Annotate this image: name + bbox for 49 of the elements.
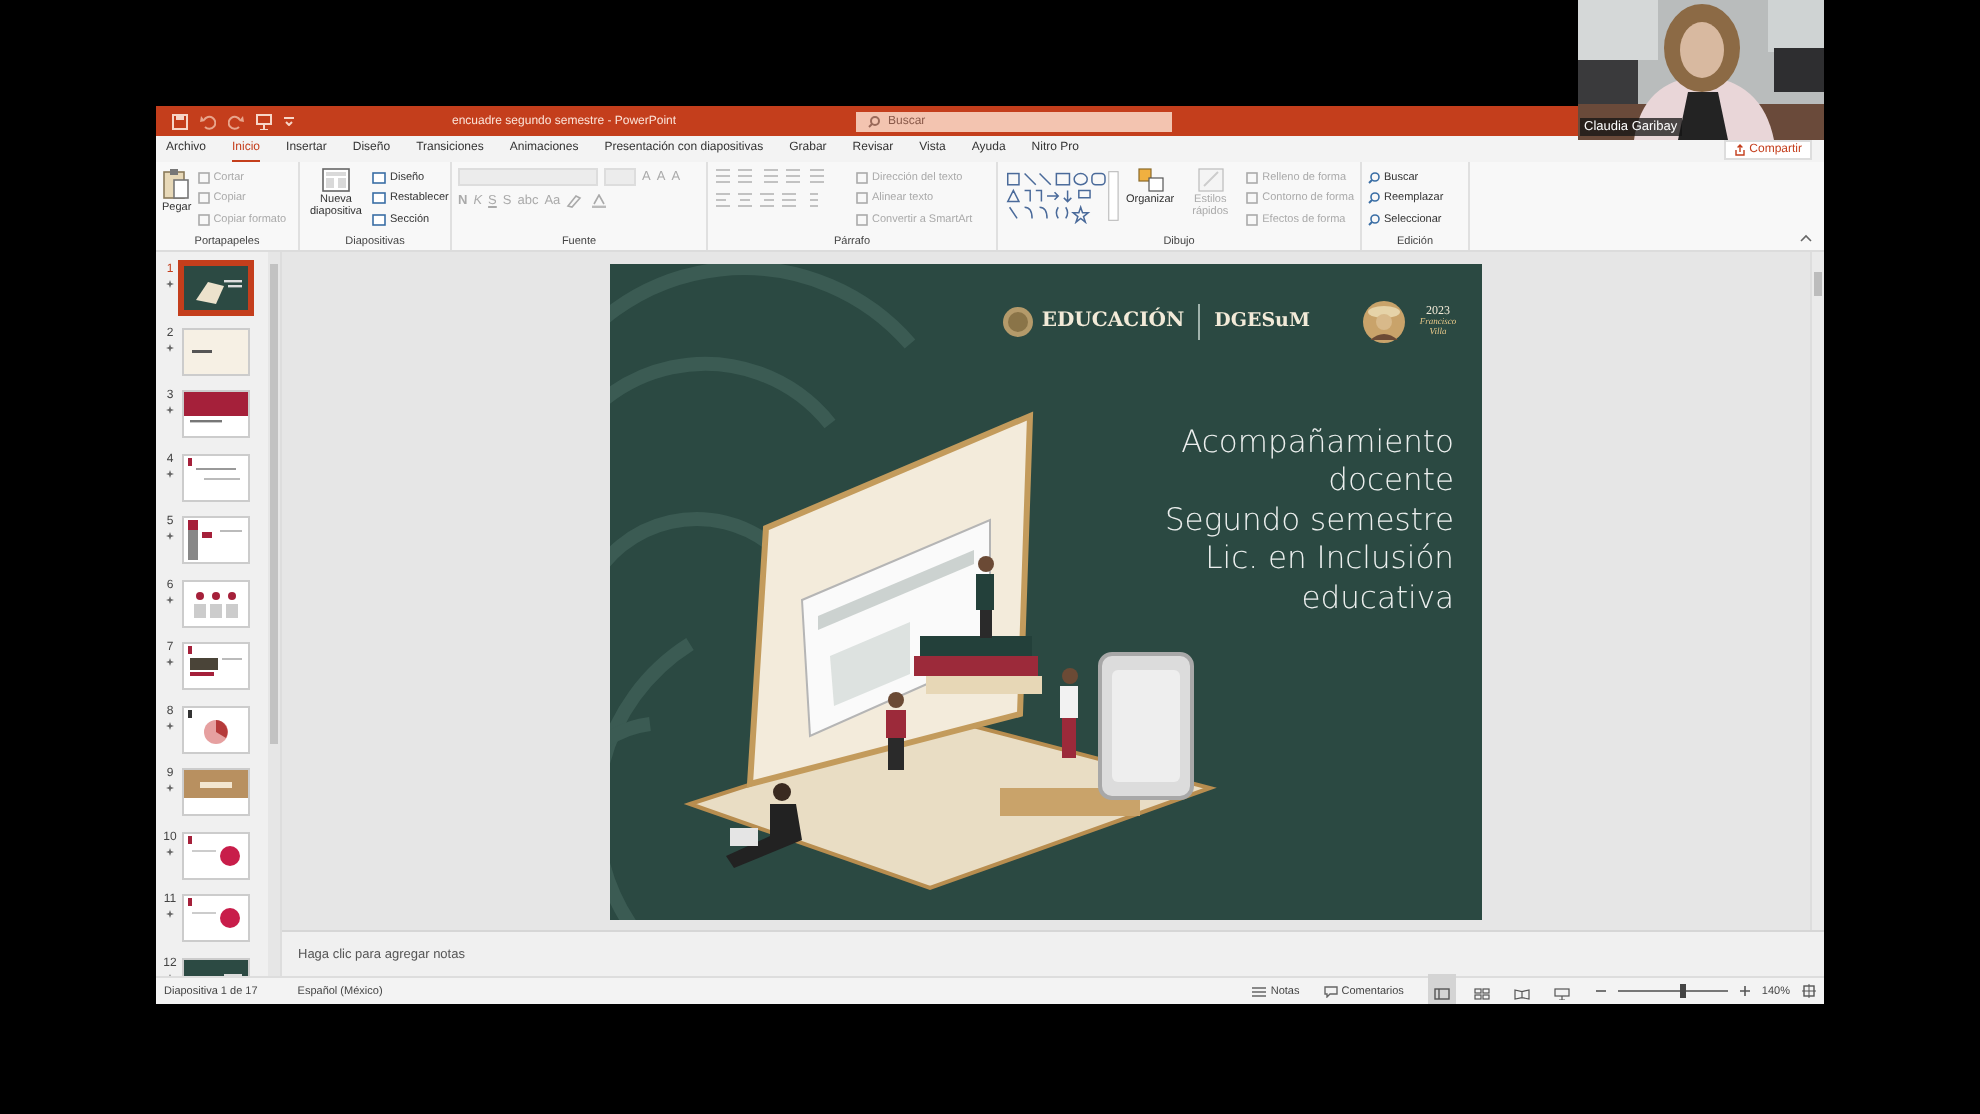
zoom-out-icon[interactable] bbox=[1595, 986, 1606, 996]
zoom-in-icon[interactable] bbox=[1739, 986, 1750, 996]
font-color-icon[interactable] bbox=[590, 194, 609, 208]
command-icon bbox=[1368, 171, 1380, 183]
grid-view-icon bbox=[1473, 988, 1490, 1000]
projector-icon bbox=[1553, 988, 1570, 1000]
transition-icon bbox=[166, 595, 174, 603]
transition-icon bbox=[166, 910, 174, 918]
redo-icon[interactable] bbox=[228, 113, 244, 129]
slide-thumbnail[interactable] bbox=[182, 264, 250, 312]
command-icon bbox=[1368, 192, 1380, 204]
save-icon[interactable] bbox=[172, 113, 188, 129]
logo-text: DGESuM bbox=[1214, 310, 1310, 332]
notes-icon bbox=[1252, 985, 1267, 997]
collapse-ribbon-icon[interactable] bbox=[1800, 234, 1812, 242]
clipboard-icon bbox=[162, 168, 191, 200]
transition-icon bbox=[166, 658, 174, 666]
share-icon bbox=[1733, 143, 1746, 155]
arrange-icon bbox=[1137, 168, 1164, 192]
undo-icon[interactable] bbox=[200, 113, 216, 129]
font-size-field[interactable] bbox=[604, 168, 636, 186]
transition-icon bbox=[166, 532, 174, 540]
customize-icon[interactable] bbox=[284, 116, 294, 126]
view-button[interactable] bbox=[1427, 974, 1456, 1004]
slide-title: Acompañamiento docente Segundo semestre Lic. en Inclusión educativa bbox=[1164, 423, 1454, 618]
shape-gallery[interactable] bbox=[1004, 168, 1120, 224]
highlight-icon[interactable] bbox=[566, 194, 585, 208]
transition-icon bbox=[166, 343, 174, 351]
commemorative-badge-icon bbox=[1362, 299, 1406, 343]
presenter-icon[interactable] bbox=[256, 113, 272, 129]
transition-icon bbox=[166, 469, 174, 477]
scrollbar[interactable] bbox=[1810, 252, 1824, 930]
logo-text: EDUCACIÓN bbox=[1041, 310, 1185, 332]
command-icon bbox=[1368, 213, 1380, 225]
transition-icon bbox=[166, 280, 174, 288]
styles-icon bbox=[1197, 168, 1224, 192]
transition-icon bbox=[166, 406, 174, 414]
fit-to-window-icon[interactable] bbox=[1802, 984, 1816, 998]
normal-view-icon bbox=[1433, 988, 1450, 1000]
transition-icon bbox=[166, 847, 174, 855]
slide-icon bbox=[322, 168, 350, 192]
transition-icon bbox=[166, 721, 174, 729]
zoom-slider[interactable] bbox=[1617, 984, 1728, 998]
emblem-icon bbox=[1001, 305, 1034, 337]
search-icon bbox=[868, 115, 880, 127]
transition-icon bbox=[166, 784, 174, 792]
scrollbar[interactable] bbox=[268, 252, 280, 976]
book-icon bbox=[1513, 988, 1530, 1000]
comment-icon bbox=[1323, 985, 1338, 997]
